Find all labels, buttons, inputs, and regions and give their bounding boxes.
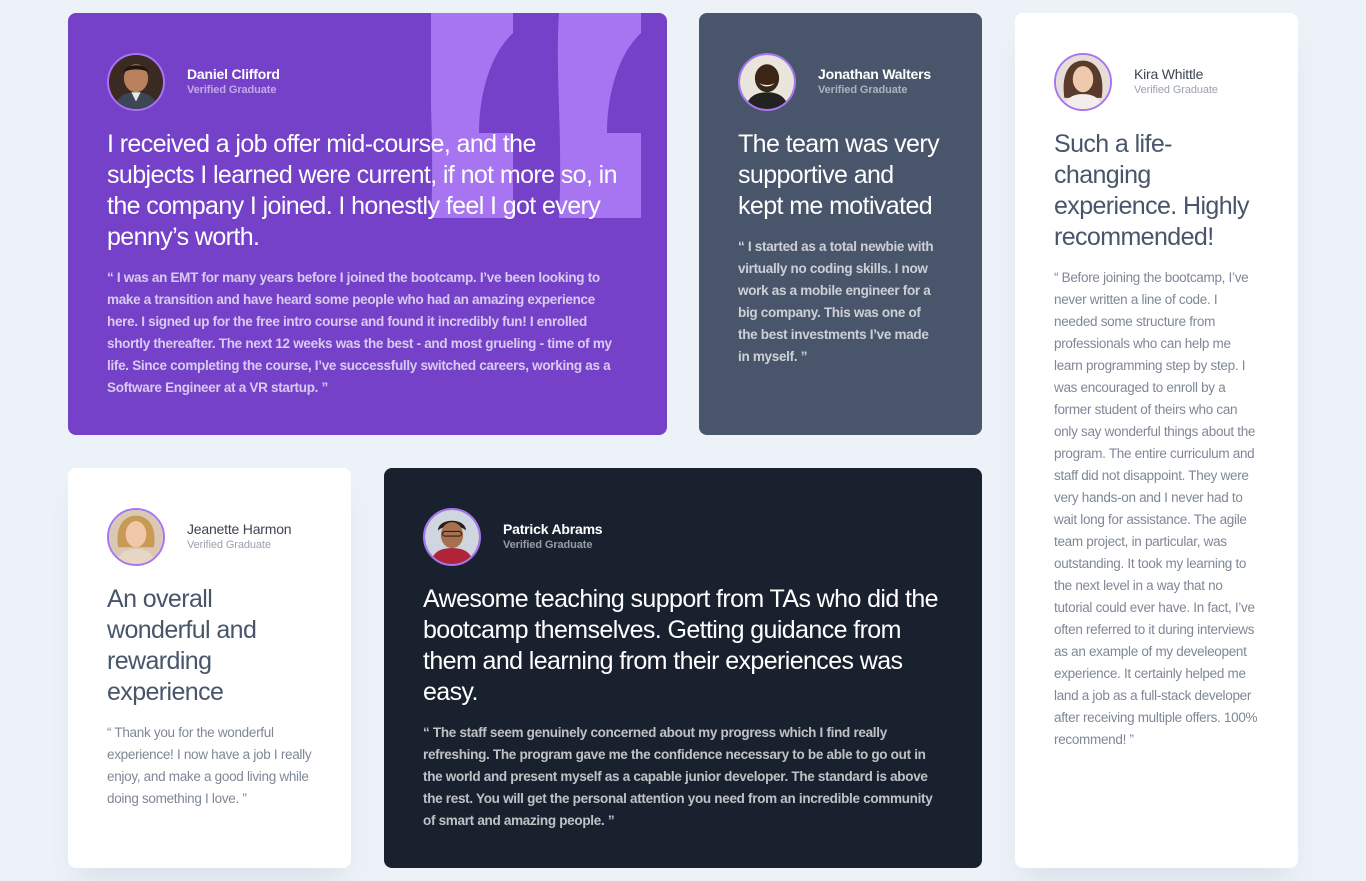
- testimonial-body: “ I was an EMT for many years before I j…: [107, 270, 612, 395]
- testimonial-headline: Such a life-changing experience. Highly …: [1054, 130, 1249, 251]
- testimonial-body: “ Thank you for the wonderful experience…: [107, 725, 312, 806]
- testimonial-card-jonathan: Jonathan Walters Verified Graduate The t…: [699, 13, 982, 435]
- testimonial-headline: The team was very supportive and kept me…: [738, 130, 940, 220]
- testimonial-body: “ The staff seem genuinely concerned abo…: [423, 725, 933, 828]
- author-role: Verified Graduate: [503, 539, 593, 551]
- author-block: Daniel Clifford Verified Graduate: [107, 51, 628, 113]
- testimonial-card-daniel: Daniel Clifford Verified Graduate I rece…: [68, 13, 667, 435]
- avatar-kira-icon: [1054, 53, 1112, 111]
- author-block: Patrick Abrams Verified Graduate: [423, 506, 943, 568]
- author-role: Verified Graduate: [818, 84, 908, 96]
- author-name: Kira Whittle: [1134, 66, 1204, 82]
- author-role: Verified Graduate: [187, 539, 271, 551]
- testimonial-headline: Awesome teaching support from TAs who di…: [423, 585, 939, 706]
- testimonial-headline: I received a job offer mid-course, and t…: [107, 130, 618, 251]
- avatar-patrick-icon: [423, 508, 481, 566]
- avatar-daniel-icon: [107, 53, 165, 111]
- testimonial-body: “ Before joining the bootcamp, I’ve neve…: [1054, 270, 1258, 747]
- testimonial-card-jeanette: Jeanette Harmon Verified Graduate An ove…: [68, 468, 351, 868]
- avatar-jeanette-icon: [107, 508, 165, 566]
- author-name: Jonathan Walters: [818, 66, 931, 82]
- testimonial-headline: An overall wonderful and rewarding exper…: [107, 585, 257, 706]
- testimonial-body: “ I started as a total newbie with virtu…: [738, 239, 934, 364]
- testimonial-card-kira: Kira Whittle Verified Graduate Such a li…: [1015, 13, 1298, 868]
- author-name: Jeanette Harmon: [187, 521, 292, 537]
- author-role: Verified Graduate: [187, 84, 277, 96]
- author-name: Patrick Abrams: [503, 521, 603, 537]
- author-role: Verified Graduate: [1134, 84, 1218, 96]
- author-block: Jeanette Harmon Verified Graduate: [107, 506, 312, 568]
- author-name: Daniel Clifford: [187, 66, 280, 82]
- avatar-jonathan-icon: [738, 53, 796, 111]
- testimonial-card-patrick: Patrick Abrams Verified Graduate Awesome…: [384, 468, 982, 868]
- author-block: Kira Whittle Verified Graduate: [1054, 51, 1259, 113]
- author-block: Jonathan Walters Verified Graduate: [738, 51, 943, 113]
